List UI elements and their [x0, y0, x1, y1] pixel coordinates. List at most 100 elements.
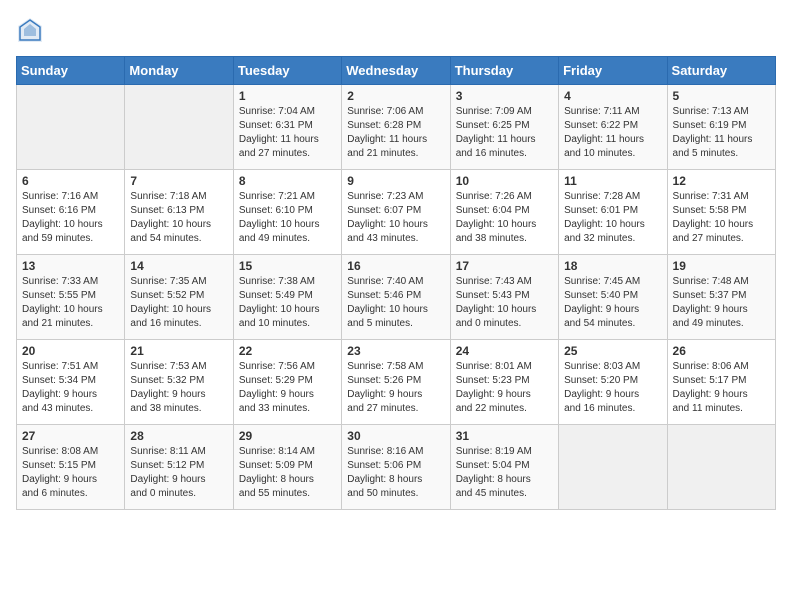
weekday-header-monday: Monday [125, 57, 233, 85]
day-info: Sunrise: 8:06 AM Sunset: 5:17 PM Dayligh… [673, 360, 770, 416]
day-number: 6 [22, 174, 119, 188]
day-number: 19 [673, 259, 770, 273]
day-info: Sunrise: 7:58 AM Sunset: 5:26 PM Dayligh… [347, 360, 444, 416]
calendar-header: SundayMondayTuesdayWednesdayThursdayFrid… [17, 57, 776, 85]
page-header [16, 16, 776, 44]
calendar-cell: 31Sunrise: 8:19 AM Sunset: 5:04 PM Dayli… [450, 425, 558, 510]
weekday-header-thursday: Thursday [450, 57, 558, 85]
day-info: Sunrise: 7:38 AM Sunset: 5:49 PM Dayligh… [239, 275, 336, 331]
day-number: 28 [130, 429, 227, 443]
day-info: Sunrise: 7:04 AM Sunset: 6:31 PM Dayligh… [239, 105, 336, 161]
calendar-cell [559, 425, 667, 510]
calendar-cell: 15 Sunrise: 7:38 AM Sunset: 5:49 PM Dayli… [233, 255, 341, 340]
calendar-week-1: 1 Sunrise: 7:04 AM Sunset: 6:31 PM Daylig… [17, 85, 776, 170]
calendar-cell: 9 Sunrise: 7:23 AM Sunset: 6:07 PM Daylig… [342, 170, 450, 255]
day-info: Sunrise: 7:45 AM Sunset: 5:40 PM Dayligh… [564, 275, 661, 331]
day-info: Sunrise: 7:13 AM Sunset: 6:19 PM Dayligh… [673, 105, 770, 161]
day-info: Sunrise: 7:16 AM Sunset: 6:16 PM Dayligh… [22, 190, 119, 246]
day-info: Sunrise: 8:08 AM Sunset: 5:15 PM Dayligh… [22, 445, 119, 501]
day-number: 24 [456, 344, 553, 358]
logo-icon [16, 16, 44, 44]
day-number: 14 [130, 259, 227, 273]
calendar-cell: 4 Sunrise: 7:11 AM Sunset: 6:22 PM Daylig… [559, 85, 667, 170]
calendar-cell: 21 Sunrise: 7:53 AM Sunset: 5:32 PM Dayli… [125, 340, 233, 425]
day-number: 7 [130, 174, 227, 188]
day-number: 10 [456, 174, 553, 188]
weekday-header-tuesday: Tuesday [233, 57, 341, 85]
day-info: Sunrise: 7:35 AM Sunset: 5:52 PM Dayligh… [130, 275, 227, 331]
day-number: 8 [239, 174, 336, 188]
calendar-week-2: 6 Sunrise: 7:16 AM Sunset: 6:16 PM Daylig… [17, 170, 776, 255]
weekday-header-saturday: Saturday [667, 57, 775, 85]
day-number: 16 [347, 259, 444, 273]
calendar-cell: 28Sunrise: 8:11 AM Sunset: 5:12 PM Dayli… [125, 425, 233, 510]
day-info: Sunrise: 7:23 AM Sunset: 6:07 PM Dayligh… [347, 190, 444, 246]
weekday-header-sunday: Sunday [17, 57, 125, 85]
calendar-cell: 26 Sunrise: 8:06 AM Sunset: 5:17 PM Dayli… [667, 340, 775, 425]
day-number: 11 [564, 174, 661, 188]
calendar-cell: 29 Sunrise: 8:14 AM Sunset: 5:09 PM Dayli… [233, 425, 341, 510]
day-info: Sunrise: 7:31 AM Sunset: 5:58 PM Dayligh… [673, 190, 770, 246]
day-info: Sunrise: 7:53 AM Sunset: 5:32 PM Dayligh… [130, 360, 227, 416]
day-info: Sunrise: 7:11 AM Sunset: 6:22 PM Dayligh… [564, 105, 661, 161]
day-info: Sunrise: 7:48 AM Sunset: 5:37 PM Dayligh… [673, 275, 770, 331]
day-number: 5 [673, 89, 770, 103]
calendar-cell: 8 Sunrise: 7:21 AM Sunset: 6:10 PM Daylig… [233, 170, 341, 255]
day-info: Sunrise: 7:56 AM Sunset: 5:29 PM Dayligh… [239, 360, 336, 416]
day-number: 20 [22, 344, 119, 358]
calendar-cell: 22 Sunrise: 7:56 AM Sunset: 5:29 PM Dayli… [233, 340, 341, 425]
calendar-cell: 5 Sunrise: 7:13 AM Sunset: 6:19 PM Daylig… [667, 85, 775, 170]
calendar-cell: 27 Sunrise: 8:08 AM Sunset: 5:15 PM Dayli… [17, 425, 125, 510]
day-info: Sunrise: 8:03 AM Sunset: 5:20 PM Dayligh… [564, 360, 661, 416]
calendar-body: 1 Sunrise: 7:04 AM Sunset: 6:31 PM Daylig… [17, 85, 776, 510]
day-info: Sunrise: 7:09 AM Sunset: 6:25 PM Dayligh… [456, 105, 553, 161]
calendar-cell: 2 Sunrise: 7:06 AM Sunset: 6:28 PM Daylig… [342, 85, 450, 170]
day-number: 25 [564, 344, 661, 358]
calendar-cell [125, 85, 233, 170]
calendar-cell: 3 Sunrise: 7:09 AM Sunset: 6:25 PM Daylig… [450, 85, 558, 170]
calendar-cell [17, 85, 125, 170]
day-number: 27 [22, 429, 119, 443]
day-number: 23 [347, 344, 444, 358]
day-info: Sunrise: 7:26 AM Sunset: 6:04 PM Dayligh… [456, 190, 553, 246]
day-number: 9 [347, 174, 444, 188]
calendar-cell: 11Sunrise: 7:28 AM Sunset: 6:01 PM Dayli… [559, 170, 667, 255]
day-info: Sunrise: 7:40 AM Sunset: 5:46 PM Dayligh… [347, 275, 444, 331]
day-info: Sunrise: 8:14 AM Sunset: 5:09 PM Dayligh… [239, 445, 336, 501]
calendar-cell: 23 Sunrise: 7:58 AM Sunset: 5:26 PM Dayli… [342, 340, 450, 425]
calendar-week-3: 13Sunrise: 7:33 AM Sunset: 5:55 PM Dayli… [17, 255, 776, 340]
day-number: 17 [456, 259, 553, 273]
day-number: 18 [564, 259, 661, 273]
day-info: Sunrise: 7:21 AM Sunset: 6:10 PM Dayligh… [239, 190, 336, 246]
day-number: 12 [673, 174, 770, 188]
calendar-cell: 16 Sunrise: 7:40 AM Sunset: 5:46 PM Dayli… [342, 255, 450, 340]
calendar-cell: 30Sunrise: 8:16 AM Sunset: 5:06 PM Dayli… [342, 425, 450, 510]
calendar-cell: 6 Sunrise: 7:16 AM Sunset: 6:16 PM Daylig… [17, 170, 125, 255]
day-info: Sunrise: 8:19 AM Sunset: 5:04 PM Dayligh… [456, 445, 553, 501]
day-number: 13 [22, 259, 119, 273]
day-number: 22 [239, 344, 336, 358]
day-number: 4 [564, 89, 661, 103]
calendar-cell: 13Sunrise: 7:33 AM Sunset: 5:55 PM Dayli… [17, 255, 125, 340]
calendar-cell: 25 Sunrise: 8:03 AM Sunset: 5:20 PM Dayli… [559, 340, 667, 425]
day-number: 1 [239, 89, 336, 103]
day-info: Sunrise: 7:06 AM Sunset: 6:28 PM Dayligh… [347, 105, 444, 161]
calendar-cell: 12 Sunrise: 7:31 AM Sunset: 5:58 PM Dayli… [667, 170, 775, 255]
calendar-cell: 18 Sunrise: 7:45 AM Sunset: 5:40 PM Dayli… [559, 255, 667, 340]
day-number: 26 [673, 344, 770, 358]
calendar-cell: 20Sunrise: 7:51 AM Sunset: 5:34 PM Dayli… [17, 340, 125, 425]
calendar-cell [667, 425, 775, 510]
day-info: Sunrise: 7:43 AM Sunset: 5:43 PM Dayligh… [456, 275, 553, 331]
weekday-header-friday: Friday [559, 57, 667, 85]
day-number: 15 [239, 259, 336, 273]
day-info: Sunrise: 8:01 AM Sunset: 5:23 PM Dayligh… [456, 360, 553, 416]
day-number: 29 [239, 429, 336, 443]
day-number: 2 [347, 89, 444, 103]
calendar-cell: 17 Sunrise: 7:43 AM Sunset: 5:43 PM Dayli… [450, 255, 558, 340]
weekday-row: SundayMondayTuesdayWednesdayThursdayFrid… [17, 57, 776, 85]
day-number: 3 [456, 89, 553, 103]
day-number: 21 [130, 344, 227, 358]
calendar-week-4: 20Sunrise: 7:51 AM Sunset: 5:34 PM Dayli… [17, 340, 776, 425]
calendar-week-5: 27 Sunrise: 8:08 AM Sunset: 5:15 PM Dayli… [17, 425, 776, 510]
day-info: Sunrise: 7:18 AM Sunset: 6:13 PM Dayligh… [130, 190, 227, 246]
